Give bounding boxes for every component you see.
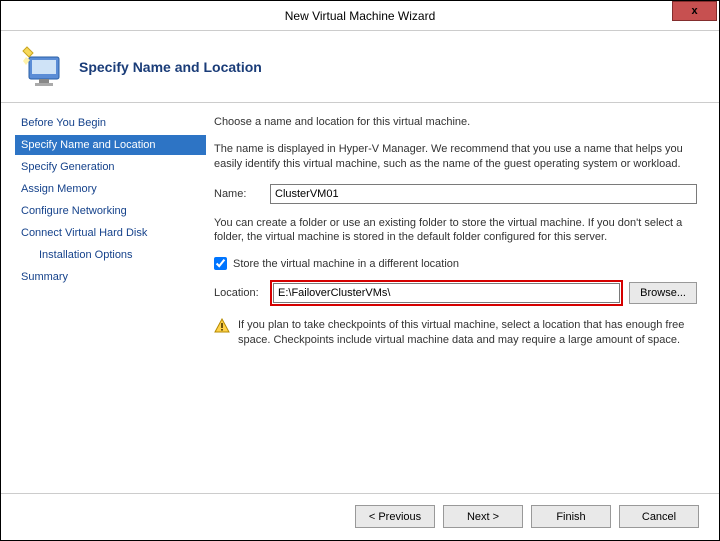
step-installation-options[interactable]: Installation Options [15, 245, 206, 265]
name-label: Name: [214, 188, 270, 200]
location-row: Location: Browse... [214, 280, 697, 306]
name-input[interactable] [270, 184, 697, 204]
next-button[interactable]: Next > [443, 505, 523, 528]
intro-text: Choose a name and location for this virt… [214, 115, 697, 130]
step-connect-vhd[interactable]: Connect Virtual Hard Disk [15, 223, 206, 243]
browse-button[interactable]: Browse... [629, 282, 697, 304]
warning-row: If you plan to take checkpoints of this … [214, 318, 697, 348]
wizard-body: Before You Begin Specify Name and Locati… [1, 103, 719, 493]
step-assign-memory[interactable]: Assign Memory [15, 179, 206, 199]
location-label: Location: [214, 287, 270, 299]
window-title: New Virtual Machine Wizard [1, 9, 719, 23]
store-different-location-checkbox[interactable] [214, 257, 227, 270]
folder-help-text: You can create a folder or use an existi… [214, 216, 697, 246]
step-before-you-begin[interactable]: Before You Begin [15, 113, 206, 133]
location-input[interactable] [273, 283, 620, 303]
store-different-location-label: Store the virtual machine in a different… [233, 258, 459, 270]
close-button[interactable]: x [672, 1, 717, 21]
step-summary[interactable]: Summary [15, 267, 206, 287]
previous-button[interactable]: < Previous [355, 505, 435, 528]
store-different-location-row: Store the virtual machine in a different… [214, 257, 697, 270]
finish-button[interactable]: Finish [531, 505, 611, 528]
name-row: Name: [214, 184, 697, 204]
cancel-button[interactable]: Cancel [619, 505, 699, 528]
titlebar: New Virtual Machine Wizard x [1, 1, 719, 31]
wizard-icon [19, 43, 67, 91]
page-title: Specify Name and Location [79, 59, 262, 75]
warning-icon [214, 318, 230, 334]
wizard-header: Specify Name and Location [1, 31, 719, 103]
step-specify-name-location[interactable]: Specify Name and Location [15, 135, 206, 155]
wizard-content: Choose a name and location for this virt… [206, 103, 719, 493]
wizard-steps-sidebar: Before You Begin Specify Name and Locati… [1, 103, 206, 493]
close-icon: x [691, 5, 697, 17]
location-highlight [270, 280, 623, 306]
warning-text: If you plan to take checkpoints of this … [238, 318, 697, 348]
name-help-text: The name is displayed in Hyper-V Manager… [214, 142, 697, 172]
step-configure-networking[interactable]: Configure Networking [15, 201, 206, 221]
wizard-footer: < Previous Next > Finish Cancel [1, 493, 719, 539]
step-specify-generation[interactable]: Specify Generation [15, 157, 206, 177]
